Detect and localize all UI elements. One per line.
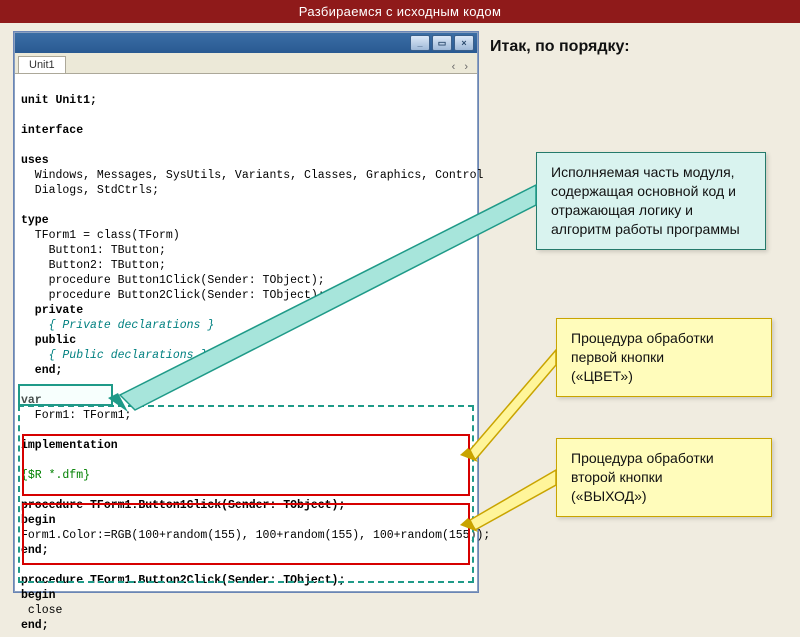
callout-text: Процедура обработки первой кнопки <box>571 330 714 365</box>
header-title: Разбираемся с исходным кодом <box>299 4 501 19</box>
callout-text2: («ЦВЕТ») <box>571 368 633 384</box>
maximize-button[interactable]: ▭ <box>432 35 452 51</box>
window-titlebar: _ ▭ × <box>15 33 477 53</box>
tab-unit1[interactable]: Unit1 <box>18 56 66 73</box>
code-window: _ ▭ × Unit1 ‹ › unit Unit1; interface us… <box>14 32 478 592</box>
callout-implementation: Исполняемая часть модуля, содержащая осн… <box>536 152 766 250</box>
close-button[interactable]: × <box>454 35 474 51</box>
callout-text2: («ВЫХОД») <box>571 488 647 504</box>
callout-text: Исполняемая часть модуля, содержащая осн… <box>551 164 740 237</box>
callout-text: Процедура обработки второй кнопки <box>571 450 714 485</box>
slide-header: Разбираемся с исходным кодом <box>0 0 800 23</box>
code-editor[interactable]: unit Unit1; interface uses Windows, Mess… <box>15 74 477 637</box>
tab-strip: Unit1 ‹ › <box>15 53 477 74</box>
callout-proc1: Процедура обработки первой кнопки («ЦВЕТ… <box>556 318 772 397</box>
callout-proc2: Процедура обработки второй кнопки («ВЫХО… <box>556 438 772 517</box>
tab-scroll-arrows[interactable]: ‹ › <box>446 61 477 73</box>
minimize-button[interactable]: _ <box>410 35 430 51</box>
subtitle: Итак, по порядку: <box>490 38 630 56</box>
